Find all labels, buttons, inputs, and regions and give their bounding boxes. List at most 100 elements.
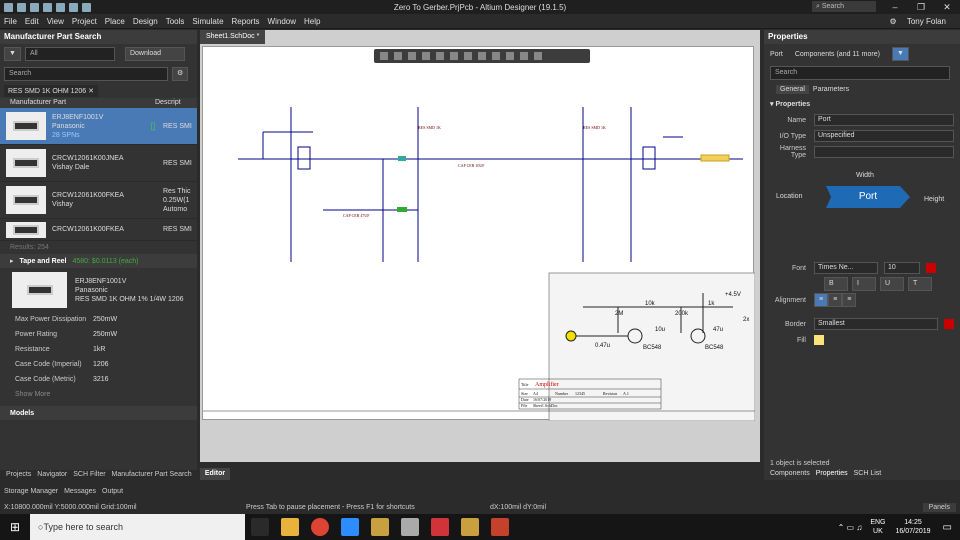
menu-help[interactable]: Help — [300, 17, 324, 26]
menu-place[interactable]: Place — [101, 17, 129, 26]
close-button[interactable]: ✕ — [934, 0, 960, 14]
search-input[interactable]: Search — [4, 67, 168, 81]
folder-icon[interactable] — [56, 2, 65, 12]
clock[interactable]: 14:25 16/07/2019 — [896, 518, 931, 536]
gear-icon[interactable]: ⚙ — [885, 17, 902, 26]
close-icon[interactable]: ✕ — [88, 88, 94, 95]
bold-button[interactable]: B — [824, 277, 848, 291]
align-right-icon[interactable]: ≡ — [842, 293, 857, 307]
undo-icon[interactable] — [69, 2, 78, 12]
menu-window[interactable]: Window — [264, 17, 300, 26]
col-description[interactable]: Descript — [155, 98, 181, 108]
harness-type-select[interactable] — [814, 146, 954, 158]
port-icon[interactable] — [506, 52, 514, 60]
chrome-icon[interactable] — [311, 518, 329, 536]
tab-sch-filter[interactable]: SCH Filter — [73, 471, 105, 478]
app-icon[interactable] — [401, 518, 419, 536]
query-tag[interactable]: RES SMD 1K OHM 1206 ✕ — [4, 85, 99, 97]
font-color-swatch[interactable] — [926, 263, 936, 273]
menu-edit[interactable]: Edit — [21, 17, 43, 26]
tab-projects[interactable]: Projects — [6, 471, 31, 478]
menu-design[interactable]: Design — [129, 17, 162, 26]
font-select[interactable]: Times Ne... — [814, 262, 878, 274]
properties-search[interactable]: Search — [770, 66, 950, 80]
save-icon[interactable] — [17, 2, 26, 12]
filter-icon[interactable] — [380, 52, 388, 60]
tab-output[interactable]: Output — [102, 488, 123, 495]
tab-components[interactable]: Components — [770, 470, 810, 477]
part-spns[interactable]: 28 SPNs — [52, 131, 143, 140]
name-field[interactable]: Port — [814, 114, 954, 126]
user-name[interactable]: Tony Folan — [903, 17, 950, 26]
shape-icon[interactable] — [534, 52, 542, 60]
models-section[interactable]: Models — [0, 406, 197, 420]
font-size-select[interactable]: 10 — [884, 262, 920, 274]
notifications-icon[interactable]: ▭ — [943, 522, 952, 533]
settings-icon[interactable]: ⚙ — [172, 67, 189, 81]
minimize-button[interactable]: – — [882, 0, 908, 14]
tab-navigator[interactable]: Navigator — [37, 471, 67, 478]
download-button[interactable]: Download — [124, 47, 185, 61]
tab-sch-list[interactable]: SCH List — [854, 470, 882, 477]
altium-designer-icon[interactable] — [461, 518, 479, 536]
tab-manufacturer-part-search[interactable]: Manufacturer Part Search — [112, 471, 192, 478]
menu-reports[interactable]: Reports — [228, 17, 264, 26]
schematic-drawing[interactable]: RES SMD 1K RES SMD 1K CAP CER 10UF CAP CER… — [203, 47, 756, 422]
list-item[interactable]: ERJ8ENF1001V Panasonic 28 SPNs ▯ RES SMI — [0, 108, 197, 145]
packaging-row[interactable]: ▸ Tape and Reel 4580: $0.0113 (each) — [0, 254, 197, 268]
select-icon[interactable] — [408, 52, 416, 60]
strikethrough-button[interactable]: T — [908, 277, 932, 291]
category-select[interactable]: All — [24, 47, 115, 61]
task-view-icon[interactable] — [251, 518, 269, 536]
open-folder-icon[interactable] — [43, 2, 52, 12]
italic-button[interactable]: I — [852, 277, 876, 291]
list-item[interactable]: CRCW12061K00JNEA Vishay Dale RES SMI — [0, 145, 197, 182]
tab-messages[interactable]: Messages — [64, 488, 96, 495]
menu-simulate[interactable]: Simulate — [188, 17, 227, 26]
io-type-select[interactable]: Unspecified — [814, 130, 954, 142]
system-tray-icons[interactable]: ⌃ ▭ ♫ — [838, 523, 863, 532]
schematic-sheet[interactable]: RES SMD 1K RES SMD 1K CAP CER 10UF CAP CER… — [202, 46, 756, 422]
border-color-swatch[interactable] — [944, 319, 954, 329]
tab-general[interactable]: General — [776, 84, 809, 94]
taskbar-search[interactable]: ○ Type here to search — [30, 514, 245, 540]
harness-icon[interactable] — [492, 52, 500, 60]
language-indicator[interactable]: ENG UK — [870, 518, 885, 536]
tab-properties[interactable]: Properties — [816, 470, 848, 477]
selection-filter[interactable]: Components (and 11 more) — [795, 51, 880, 58]
list-item[interactable]: CRCW12061K00FKEA RES SMI — [0, 219, 197, 241]
menu-tools[interactable]: Tools — [162, 17, 189, 26]
save-all-icon[interactable] — [30, 2, 39, 12]
filter-button[interactable]: ▼ — [4, 47, 21, 61]
menu-file[interactable]: File — [0, 17, 21, 26]
wire-icon[interactable] — [450, 52, 458, 60]
tab-editor[interactable]: Editor — [200, 468, 230, 480]
acrobat-icon[interactable] — [431, 518, 449, 536]
tab-parameters[interactable]: Parameters — [813, 86, 849, 93]
expand-icon[interactable]: ▸ — [10, 257, 14, 265]
fill-color-swatch[interactable] — [814, 335, 824, 345]
global-search[interactable]: ⌕ Search — [812, 1, 876, 12]
list-item[interactable]: CRCW12061K00FKEA Vishay Res Thic 0.25W(1 … — [0, 182, 197, 219]
menu-view[interactable]: View — [43, 17, 68, 26]
file-explorer-icon[interactable] — [281, 518, 299, 536]
text-icon[interactable] — [520, 52, 528, 60]
redo-icon[interactable] — [82, 2, 91, 12]
bus-icon[interactable] — [464, 52, 472, 60]
altium-icon[interactable] — [371, 518, 389, 536]
power-port-icon[interactable] — [478, 52, 486, 60]
border-select[interactable]: Smallest — [814, 318, 938, 330]
show-more-link[interactable]: Show More — [0, 387, 197, 402]
properties-section[interactable]: ▾ Properties — [764, 96, 960, 112]
document-tab[interactable]: Sheet1.SchDoc * — [200, 30, 265, 44]
panels-button[interactable]: Panels — [922, 502, 956, 512]
tab-storage-manager[interactable]: Storage Manager — [4, 488, 58, 495]
col-manufacturer-part[interactable]: Manufacturer Part — [0, 98, 155, 108]
align-icon[interactable] — [436, 52, 444, 60]
align-center-icon[interactable]: ≡ — [828, 293, 843, 307]
user-menu[interactable]: ⚙ Tony Folan — [881, 17, 954, 26]
move-icon[interactable] — [422, 52, 430, 60]
align-left-icon[interactable]: ≡ — [814, 293, 829, 307]
restore-button[interactable]: ❐ — [908, 0, 934, 14]
start-icon[interactable]: ⊞ — [0, 520, 30, 534]
